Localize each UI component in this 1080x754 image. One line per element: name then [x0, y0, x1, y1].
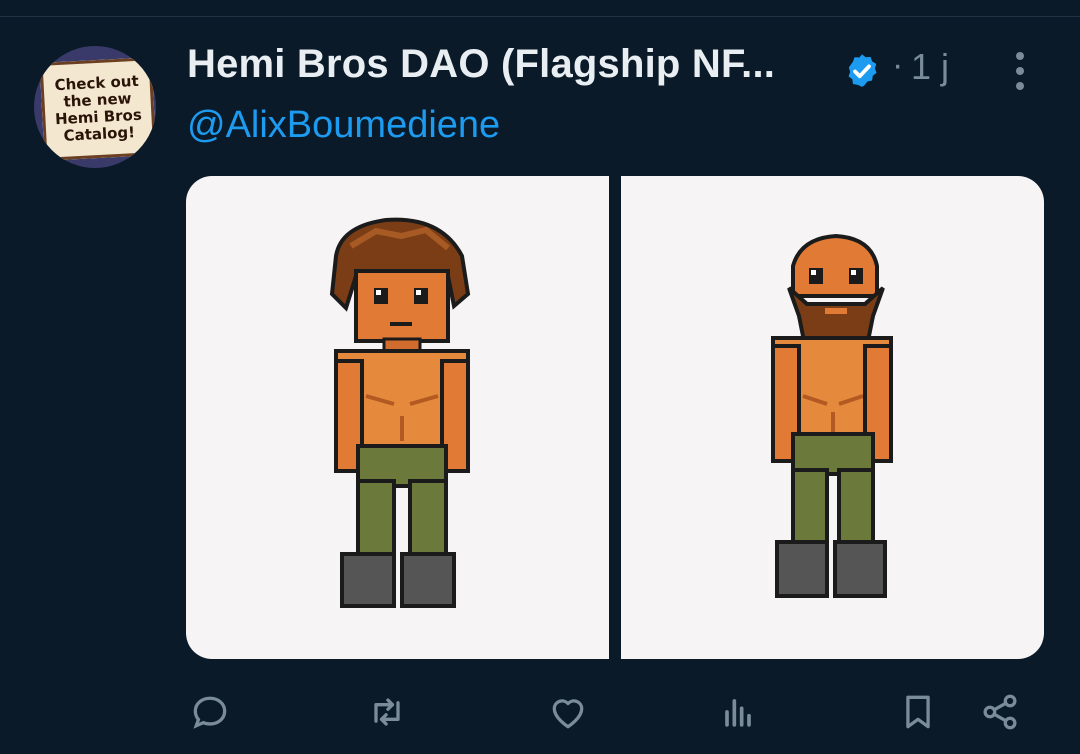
bookmark-button[interactable] — [896, 690, 940, 734]
reply-button[interactable] — [188, 690, 232, 734]
more-options-icon[interactable] — [1006, 48, 1034, 94]
author-handle[interactable]: @AlixBoumediene — [187, 104, 500, 147]
reply-icon — [193, 696, 227, 729]
retweet-button[interactable] — [365, 690, 409, 734]
share-button[interactable] — [978, 690, 1022, 734]
media-image-2[interactable] — [621, 176, 1044, 659]
retweet-icon — [374, 698, 400, 726]
bookmark-icon — [906, 695, 930, 729]
like-button[interactable] — [546, 690, 590, 734]
media-image-1[interactable] — [186, 176, 609, 659]
top-divider — [0, 16, 1080, 17]
share-icon — [983, 694, 1017, 730]
avatar-sign: Check out the new Hemi Bros Catalog! — [39, 57, 156, 161]
avatar[interactable]: Check out the new Hemi Bros Catalog! — [34, 46, 156, 168]
views-icon — [725, 699, 751, 727]
character-long-hair — [329, 217, 471, 608]
meta-separator: · — [892, 46, 904, 84]
like-icon — [552, 699, 584, 729]
views-button[interactable] — [716, 690, 760, 734]
post-time[interactable]: 1 j — [911, 46, 949, 88]
avatar-sign-line-4: Catalog! — [63, 123, 136, 145]
character-bald-bearded — [771, 233, 893, 598]
author-name[interactable]: Hemi Bros DAO (Flagship NF... — [187, 42, 775, 87]
verified-badge-icon — [848, 54, 877, 87]
